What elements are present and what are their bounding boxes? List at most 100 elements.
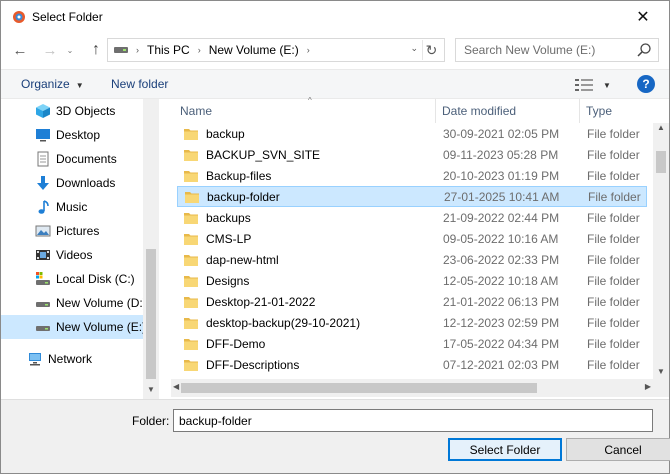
drive-icon xyxy=(36,326,50,331)
organize-button[interactable]: Organize ▼ xyxy=(21,77,84,91)
arrow-right-icon: → xyxy=(42,41,58,59)
breadcrumb-new-volume-e[interactable]: New Volume (E:) xyxy=(209,43,299,57)
organize-label: Organize xyxy=(21,77,70,91)
chevron-down-icon: ⌄ xyxy=(66,45,74,55)
file-rows: backup 30-09-2021 02:05 PM File folder BACK… xyxy=(171,123,653,379)
address-bar[interactable]: › This PC › New Volume (E:) › ⌄ ↻ xyxy=(107,38,445,62)
file-row[interactable]: Designs 12-05-2022 10:18 AM File folder xyxy=(177,270,647,291)
chevron-right-icon: › xyxy=(306,45,310,55)
recent-locations-button[interactable]: ⌄ xyxy=(63,39,77,61)
sidebar-item-documents[interactable]: Documents xyxy=(1,147,143,171)
documents-icon xyxy=(37,151,49,167)
column-header-type[interactable]: Type xyxy=(579,99,653,123)
file-row[interactable]: BACKUP_SVN_SITE 09-11-2023 05:28 PM File f… xyxy=(177,144,647,165)
file-name: backup xyxy=(206,126,245,141)
scroll-right-icon[interactable]: ▶ xyxy=(645,382,651,391)
file-row[interactable]: dap-new-html 23-06-2022 02:33 PM File fold… xyxy=(177,249,647,270)
sidebar-item-new-volume-d[interactable]: New Volume (D:) xyxy=(1,291,143,315)
file-row[interactable]: Desktop-21-01-2022 21-01-2022 06:13 PM Fil… xyxy=(177,291,647,312)
file-row[interactable]: DFF-Demo 17-05-2022 04:34 PM File folder xyxy=(177,333,647,354)
desktop-icon xyxy=(36,129,50,142)
file-row[interactable]: DFF-Descriptions 07-12-2021 02:03 PM File … xyxy=(177,354,647,375)
sidebar-item-local-disk-c[interactable]: Local Disk (C:) xyxy=(1,267,143,291)
scroll-down-icon[interactable]: ▼ xyxy=(653,367,669,379)
scroll-thumb[interactable] xyxy=(146,249,156,379)
sidebar-item-3d-objects[interactable]: 3D Objects xyxy=(1,99,143,123)
chevron-right-icon: › xyxy=(197,45,201,55)
column-header-date-modified[interactable]: Date modified xyxy=(435,99,579,123)
network-icon xyxy=(29,353,41,366)
select-folder-button[interactable]: Select Folder xyxy=(448,438,562,461)
file-type: File folder xyxy=(587,336,640,351)
back-button[interactable]: ← xyxy=(9,39,31,61)
scroll-left-icon[interactable]: ◀ xyxy=(173,382,179,391)
caret-down-icon: ▼ xyxy=(603,80,611,90)
scroll-thumb[interactable] xyxy=(656,151,666,173)
arrow-up-icon: ↑ xyxy=(92,41,100,58)
sidebar-item-desktop[interactable]: Desktop xyxy=(1,123,143,147)
app-icon xyxy=(13,11,25,23)
file-row[interactable]: desktop-backup(29-10-2021) 12-12-2023 02:… xyxy=(177,312,647,333)
file-type: File folder xyxy=(587,210,640,225)
local-disk-icon xyxy=(36,272,50,285)
breadcrumb-this-pc[interactable]: This PC xyxy=(147,43,190,57)
folder-icon xyxy=(184,338,198,350)
search-box[interactable]: Search New Volume (E:) xyxy=(455,38,659,62)
title-bar: Select Folder ✕ xyxy=(1,1,669,33)
refresh-button[interactable]: ↻ xyxy=(422,40,440,60)
file-type: File folder xyxy=(587,126,640,141)
sidebar-item-music[interactable]: Music xyxy=(1,195,143,219)
file-type: File folder xyxy=(587,315,640,330)
sidebar-item-videos[interactable]: Videos xyxy=(1,243,143,267)
file-date-modified: 27-01-2025 10:41 AM xyxy=(444,189,560,204)
file-row[interactable]: Backup-files 20-10-2023 01:19 PM File fold… xyxy=(177,165,647,186)
sidebar-item-network[interactable]: Network xyxy=(1,347,143,371)
scroll-down-icon[interactable]: ▼ xyxy=(143,385,159,397)
file-type: File folder xyxy=(587,231,640,246)
file-list-horizontal-scrollbar[interactable]: ◀ ▶ xyxy=(171,379,653,397)
folder-icon xyxy=(184,296,198,308)
download-icon xyxy=(37,176,49,190)
file-type: File folder xyxy=(587,294,640,309)
file-type: File folder xyxy=(587,252,640,267)
cancel-button[interactable]: Cancel xyxy=(566,438,670,461)
sidebar-item-downloads[interactable]: Downloads xyxy=(1,171,143,195)
view-options-button[interactable]: ▼ xyxy=(575,76,615,94)
sidebar-scrollbar[interactable]: ▼ xyxy=(143,99,159,399)
forward-button[interactable]: → xyxy=(39,39,61,61)
up-button[interactable]: ↑ xyxy=(85,39,107,61)
sidebar-item-pictures[interactable]: Pictures xyxy=(1,219,143,243)
close-button[interactable]: ✕ xyxy=(623,3,663,31)
folder-icon xyxy=(184,254,198,266)
folder-icon xyxy=(184,275,198,287)
file-date-modified: 07-12-2021 02:03 PM xyxy=(443,357,560,372)
folder-icon xyxy=(184,149,198,161)
column-header-name[interactable]: Name ^ xyxy=(180,96,435,123)
search-input[interactable]: Search New Volume (E:) xyxy=(464,43,636,57)
navigation-bar: ← → ⌄ ↑ › This PC › New Volume (E:) › ⌄ … xyxy=(1,33,669,69)
chevron-down-icon[interactable]: ⌄ xyxy=(410,43,418,54)
file-date-modified: 23-06-2022 02:33 PM xyxy=(443,252,560,267)
folder-icon xyxy=(184,233,198,245)
drive-icon xyxy=(114,47,128,53)
file-type: File folder xyxy=(587,147,640,162)
file-name: dap-new-html xyxy=(206,252,279,267)
file-date-modified: 09-05-2022 10:16 AM xyxy=(443,231,559,246)
command-bar: Organize ▼ New folder ▼ ? xyxy=(1,69,669,99)
file-list-vertical-scrollbar[interactable]: ▲ ▼ xyxy=(653,123,669,379)
file-date-modified: 17-05-2022 04:34 PM xyxy=(443,336,560,351)
cube-icon xyxy=(36,104,50,118)
file-type: File folder xyxy=(587,357,640,372)
sidebar-item-new-volume-e[interactable]: New Volume (E:) xyxy=(1,315,143,339)
file-row[interactable]: CMS-LP 09-05-2022 10:16 AM File folder xyxy=(177,228,647,249)
help-button[interactable]: ? xyxy=(637,75,655,93)
file-row[interactable]: backups 21-09-2022 02:44 PM File folder xyxy=(177,207,647,228)
file-row[interactable]: backup-folder 27-01-2025 10:41 AM File fol… xyxy=(177,186,647,207)
file-row[interactable]: backup 30-09-2021 02:05 PM File folder xyxy=(177,123,647,144)
dialog-footer: Folder: Select Folder Cancel xyxy=(1,399,670,473)
scroll-thumb[interactable] xyxy=(181,383,537,393)
file-date-modified: 21-01-2022 06:13 PM xyxy=(443,294,560,309)
folder-name-input[interactable] xyxy=(173,409,653,432)
scroll-up-icon[interactable]: ▲ xyxy=(653,123,669,135)
new-folder-button[interactable]: New folder xyxy=(111,77,168,91)
